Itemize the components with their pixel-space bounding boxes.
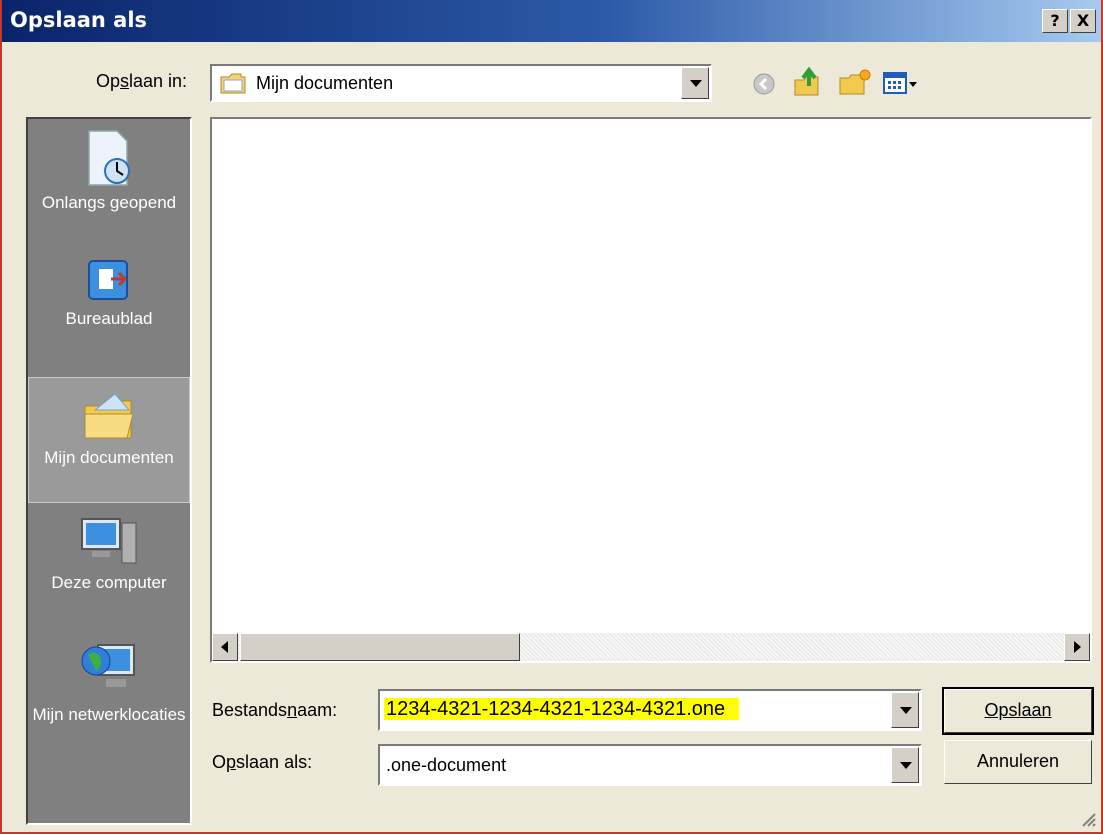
- save-button[interactable]: Opslaan: [942, 687, 1094, 735]
- place-desktop[interactable]: Bureaublad: [28, 255, 190, 329]
- help-button[interactable]: ?: [1042, 9, 1068, 33]
- back-icon[interactable]: [752, 72, 776, 96]
- my-documents-icon: [84, 393, 134, 439]
- recent-documents-icon: [88, 130, 130, 186]
- place-my-documents-label: Mijn documenten: [44, 448, 174, 467]
- place-my-documents[interactable]: Mijn documenten: [28, 377, 190, 503]
- place-recent[interactable]: Onlangs geopend: [28, 129, 190, 213]
- save-in-value: Mijn documenten: [256, 73, 394, 93]
- save-in-dropdown-button[interactable]: [681, 67, 709, 99]
- resize-grip-icon[interactable]: [1079, 810, 1097, 828]
- type-dropdown-button[interactable]: [891, 747, 919, 783]
- filename-dropdown-button[interactable]: [891, 692, 919, 728]
- new-folder-icon[interactable]: [838, 68, 872, 96]
- filename-combo[interactable]: 1234-4321-1234-4321-1234-4321.one: [378, 689, 922, 731]
- place-network-label: Mijn netwerklocaties: [32, 705, 186, 724]
- place-network[interactable]: Mijn netwerklocaties: [28, 635, 190, 725]
- window-title: Opslaan als: [10, 8, 148, 32]
- title-bar: Opslaan als ? X: [2, 0, 1101, 42]
- close-button[interactable]: X: [1070, 9, 1096, 33]
- place-desktop-label: Bureaublad: [65, 309, 153, 328]
- file-list[interactable]: [210, 117, 1092, 663]
- scroll-right-button[interactable]: [1064, 633, 1090, 661]
- arrow-left-icon: [221, 641, 228, 653]
- place-recent-label: Onlangs geopend: [41, 193, 177, 212]
- horizontal-scrollbar[interactable]: [212, 633, 1090, 661]
- folder-icon: [220, 73, 246, 94]
- filename-input[interactable]: 1234-4321-1234-4321-1234-4321.one: [384, 698, 740, 721]
- place-my-computer[interactable]: Deze computer: [28, 515, 190, 593]
- scrollbar-thumb[interactable]: [240, 633, 520, 661]
- type-combo[interactable]: .one-document: [378, 744, 922, 786]
- places-bar: Onlangs geopend Bureaublad Mijn document…: [26, 117, 192, 825]
- desktop-icon: [88, 260, 128, 300]
- type-label: Opslaan als:: [212, 752, 313, 772]
- filename-value: 1234-4321-1234-4321-1234-4321.one: [384, 698, 740, 720]
- up-folder-icon[interactable]: [792, 66, 822, 98]
- place-my-computer-label: Deze computer: [51, 573, 167, 592]
- arrow-right-icon: [1074, 641, 1081, 653]
- save-button-label: Opslaan: [984, 700, 1052, 720]
- view-menu-icon[interactable]: [882, 70, 918, 96]
- my-computer-icon: [81, 518, 137, 564]
- type-value: .one-document: [386, 755, 507, 775]
- save-as-dialog: Opslaan als ? X Opslaan in: Mijn documen…: [0, 0, 1103, 834]
- save-in-combo[interactable]: Mijn documenten: [210, 64, 712, 102]
- filename-label: Bestandsnaam:: [212, 700, 338, 720]
- save-in-label: Opslaan in:: [96, 71, 188, 91]
- scroll-left-button[interactable]: [212, 633, 238, 661]
- network-places-icon: [81, 644, 135, 687]
- cancel-button[interactable]: Annuleren: [944, 740, 1092, 784]
